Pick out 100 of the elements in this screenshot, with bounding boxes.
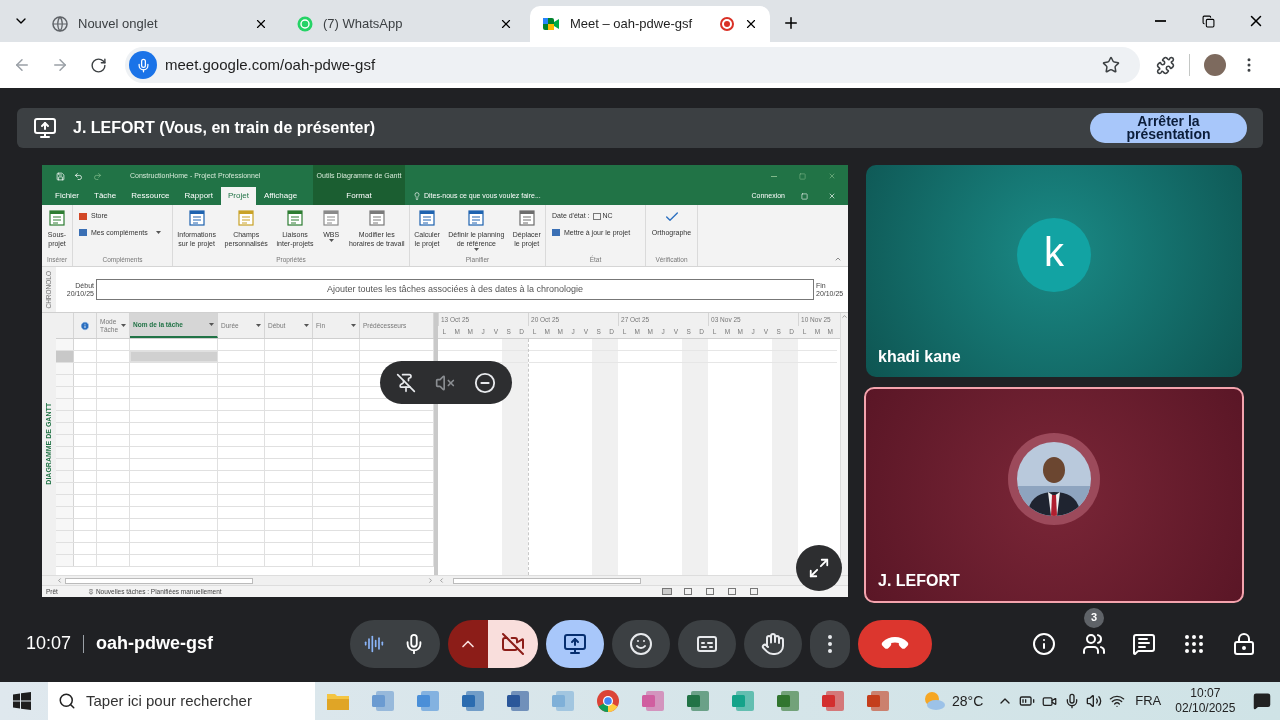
notifications-icon[interactable] <box>1253 692 1272 710</box>
caret-icon <box>121 324 127 327</box>
undo-icon[interactable] <box>74 171 83 181</box>
more-button[interactable] <box>810 619 850 668</box>
sheet-icon <box>367 209 386 227</box>
tab-title: Nouvel onglet <box>78 15 159 34</box>
view-icon[interactable] <box>662 588 672 595</box>
save-icon[interactable] <box>56 171 65 181</box>
maximize-icon[interactable] <box>799 172 806 180</box>
close-icon[interactable] <box>499 17 513 31</box>
scroll-right-icon[interactable] <box>427 577 434 584</box>
people-icon <box>1082 631 1106 656</box>
app-icon[interactable] <box>731 690 755 712</box>
more-icon <box>828 634 832 653</box>
speaker-icon[interactable] <box>1086 693 1103 709</box>
browser-tab[interactable]: (7) WhatsApp <box>285 6 525 42</box>
close-icon[interactable] <box>744 17 758 31</box>
app-icon[interactable] <box>776 690 800 712</box>
sheet-icon <box>517 209 536 227</box>
camera-off-icon <box>501 631 525 656</box>
ribbon-tab[interactable]: Projet <box>220 187 256 205</box>
ribbon-tab[interactable]: Rapport <box>177 187 220 205</box>
search-field[interactable]: Taper ici pour rechercher <box>48 682 315 720</box>
extensions-icon[interactable] <box>1156 55 1175 75</box>
tab-title: (7) WhatsApp <box>323 15 404 34</box>
sheet-icon <box>286 209 304 227</box>
audio-levels-icon[interactable] <box>364 633 384 654</box>
caret-icon <box>473 248 479 251</box>
caret-icon <box>155 231 161 235</box>
app-icon[interactable] <box>416 690 440 712</box>
caret-icon <box>328 239 334 242</box>
square-icon <box>79 229 87 237</box>
sheet-icon <box>467 209 486 227</box>
horizontal-scrollbar[interactable] <box>56 576 434 585</box>
start-icon[interactable] <box>13 692 31 710</box>
ribbon-tab[interactable]: Tâche <box>87 187 124 205</box>
plus-icon <box>782 14 800 32</box>
stop-presenting-button[interactable]: Arrêter la présentation <box>1090 113 1247 143</box>
weather-icon <box>922 690 946 712</box>
scroll-left-icon[interactable] <box>56 577 63 584</box>
wifi-icon[interactable] <box>1109 693 1126 709</box>
lock-icon <box>1232 631 1256 656</box>
chat-bubble-icon <box>297 16 313 32</box>
caret-icon <box>351 324 356 327</box>
app-icon[interactable] <box>821 690 845 712</box>
sheet-icon <box>418 209 437 227</box>
close-icon[interactable] <box>254 17 268 31</box>
caret-icon <box>304 324 309 327</box>
clock[interactable]: 10:07 02/10/2025 <box>1175 686 1236 716</box>
battery-icon[interactable] <box>1019 693 1036 709</box>
tab-title: Meet – oah-pdwe-gsf <box>570 15 694 34</box>
meeting-code: oah-pdwe-gsf <box>96 632 214 655</box>
restore-icon[interactable] <box>801 192 808 200</box>
chat-icon <box>1132 631 1156 656</box>
view-icon[interactable] <box>684 588 692 595</box>
mute-icon[interactable] <box>435 372 455 393</box>
app-icon[interactable] <box>686 690 710 712</box>
redo-icon[interactable] <box>93 171 102 181</box>
remove-icon[interactable] <box>474 371 497 394</box>
captions-button[interactable] <box>678 619 736 668</box>
reload-icon <box>89 56 107 74</box>
browser-tab[interactable]: Meet – oah-pdwe-gsf <box>530 6 770 42</box>
app-icon[interactable] <box>641 690 665 712</box>
minimize-icon <box>1154 20 1166 22</box>
scroll-up-icon[interactable] <box>841 313 848 320</box>
browser-icon[interactable] <box>596 689 620 713</box>
star-icon[interactable] <box>1102 56 1120 74</box>
view-icon[interactable] <box>706 588 714 595</box>
view-icon[interactable] <box>750 588 758 595</box>
count-badge: 3 <box>1084 607 1104 628</box>
app-icon[interactable] <box>506 690 530 712</box>
unpin-icon[interactable] <box>395 372 416 393</box>
collapse-icon[interactable] <box>834 255 842 263</box>
ribbon-tab[interactable]: Affichage <box>256 187 305 205</box>
app-icon[interactable] <box>866 690 890 712</box>
browser-tab[interactable]: Nouvel onglet <box>40 6 280 42</box>
ribbon-tab[interactable]: Fichier <box>48 187 86 205</box>
calendar-icon <box>592 212 601 220</box>
profile-avatar[interactable] <box>1204 54 1226 76</box>
back-icon <box>13 56 31 74</box>
app-icon[interactable] <box>461 690 485 712</box>
table-cell[interactable] <box>130 351 218 362</box>
expand-icon <box>808 557 830 579</box>
scroll-left-icon[interactable] <box>438 577 445 584</box>
present-button[interactable] <box>546 619 604 668</box>
meeting-time: 10:07 <box>26 632 72 655</box>
vertical-scrollbar[interactable] <box>840 313 848 575</box>
language-indicator[interactable]: FRA <box>1135 691 1162 711</box>
sheet-icon <box>322 209 341 227</box>
raise-hand-button[interactable] <box>744 619 802 668</box>
address-bar[interactable]: meet.google.com/oah-pdwe-gsf <box>125 47 1140 83</box>
sheet-icon <box>187 209 206 227</box>
timeline-bar: Ajouter toutes les tâches associées à des dates à la chronologie <box>96 279 814 300</box>
leave-call-button[interactable] <box>858 619 932 668</box>
minimize-icon[interactable] <box>771 175 777 177</box>
globe-icon <box>52 16 68 32</box>
ribbon-tab[interactable]: Ressource <box>124 187 177 205</box>
view-icon[interactable] <box>728 588 736 595</box>
reactions-button[interactable] <box>612 619 670 668</box>
camera-button[interactable] <box>488 619 538 668</box>
